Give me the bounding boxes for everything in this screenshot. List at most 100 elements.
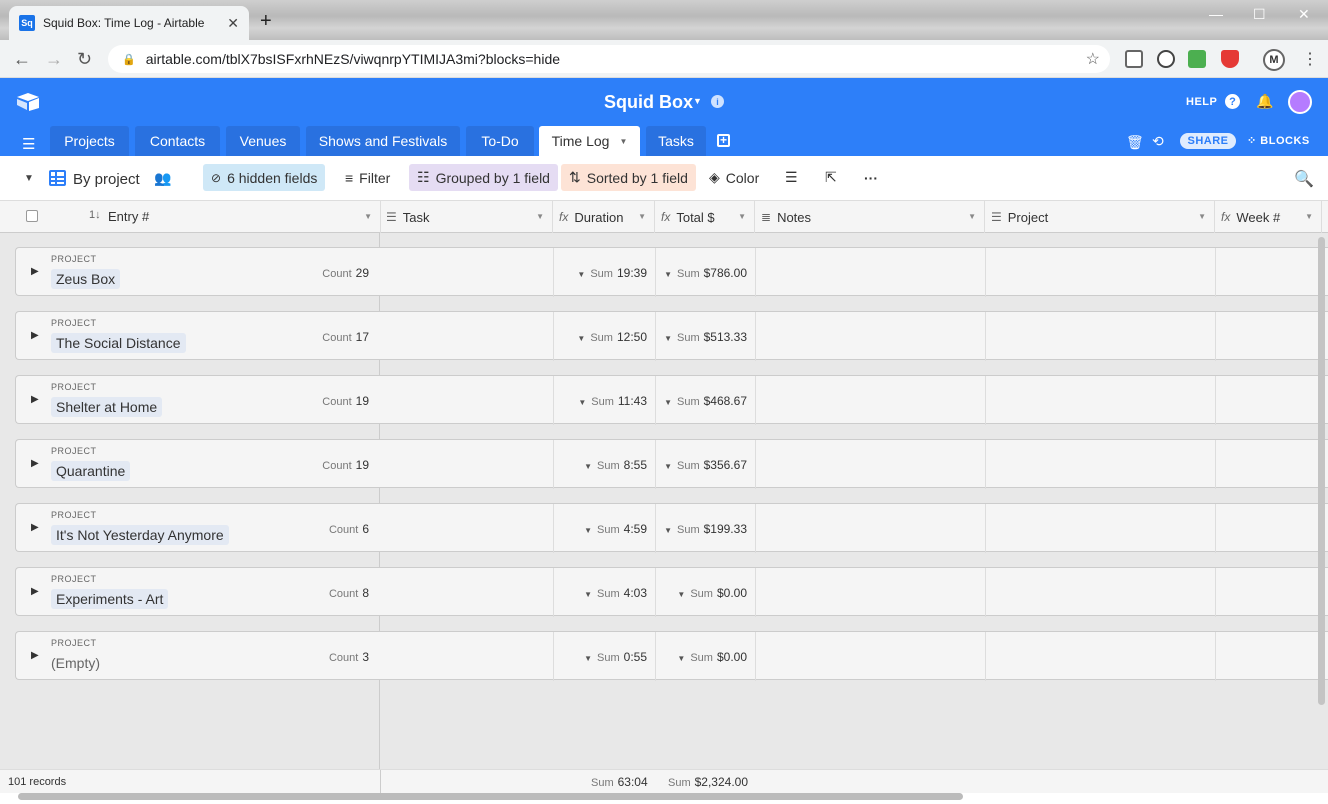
share-button[interactable]: SHARE [1180,133,1236,149]
trash-icon[interactable]: 🗑 [1126,134,1144,151]
new-tab-icon[interactable]: + [260,10,272,33]
airtable-logo-icon[interactable] [16,92,40,112]
group-button[interactable]: ☷ Grouped by 1 field [409,164,558,191]
expand-group-icon[interactable]: ▶ [31,650,39,661]
group-duration-sum[interactable]: ▼ Sum 4:59 [584,522,647,536]
chevron-down-icon[interactable]: ▼ [536,212,544,221]
group-total-sum[interactable]: ▼ Sum $468.67 [664,394,747,408]
group-duration-sum[interactable]: ▼ Sum 8:55 [584,458,647,472]
tab-menu-caret-icon[interactable]: ▼ [619,137,627,146]
column-divider [553,568,554,617]
chevron-down-icon[interactable]: ▼ [1305,212,1313,221]
user-avatar[interactable] [1288,90,1312,114]
expand-group-icon[interactable]: ▶ [31,394,39,405]
bookmark-star-icon[interactable]: ☆ [1086,49,1100,69]
expand-group-icon[interactable]: ▶ [31,522,39,533]
group-header[interactable]: ▶ PROJECT It's Not Yesterday Anymore Count 6 [15,503,381,552]
blocks-button[interactable]: ⁘ BLOCKS [1247,134,1310,147]
column-header-task[interactable]: ☰ Task ▼ [380,201,553,233]
browser-menu-icon[interactable]: ⋮ [1302,49,1318,69]
profile-avatar[interactable]: M [1263,49,1285,71]
column-header-total[interactable]: fx Total $ ▼ [655,201,755,233]
back-icon[interactable]: ← [13,49,31,70]
sum-label: Sum [590,332,613,344]
tab-to-do[interactable]: To-Do [466,126,534,156]
close-window-icon[interactable]: ✕ [1298,6,1310,23]
group-total-sum[interactable]: ▼ Sum $513.33 [664,330,747,344]
base-menu-caret-icon[interactable]: ▼ [693,96,702,106]
speedometer-icon[interactable] [1157,50,1175,68]
expand-group-icon[interactable]: ▶ [31,330,39,341]
filter-button[interactable]: ≡ Filter [337,164,398,191]
group-total-sum[interactable]: ▼ Sum $356.67 [664,458,747,472]
column-header-project[interactable]: ☰ Project ▼ [985,201,1215,233]
base-name[interactable]: Squid Box [604,92,693,113]
tab-contacts[interactable]: Contacts [135,126,220,156]
column-header-week[interactable]: fx Week # ▼ [1215,201,1322,233]
group-header[interactable]: ▶ PROJECT Zeus Box Count 29 [15,247,381,296]
checkmark-extension-icon[interactable] [1188,50,1206,68]
view-name[interactable]: By project [73,171,140,188]
group-duration-sum[interactable]: ▼ Sum 19:39 [577,266,647,280]
duration-total-sum[interactable]: Sum 63:04 [591,775,648,789]
tab-time-log[interactable]: Time Log ▼ [539,126,640,156]
info-icon[interactable]: i [711,95,724,108]
group-total-sum[interactable]: ▼ Sum $199.33 [664,522,747,536]
minimize-icon[interactable]: — [1209,6,1223,22]
close-tab-icon[interactable]: ✕ [227,15,239,32]
hidden-fields-button[interactable]: ⊘ 6 hidden fields [203,164,326,191]
expand-group-icon[interactable]: ▶ [31,266,39,277]
select-all-checkbox[interactable] [26,210,38,222]
expand-group-icon[interactable]: ▶ [31,458,39,469]
sort-button[interactable]: ⇅ Sorted by 1 field [561,164,696,191]
help-question-icon[interactable]: ? [1225,94,1240,109]
group-header[interactable]: ▶ PROJECT Quarantine Count 19 [15,439,381,488]
view-list-toggle-icon[interactable]: ▼ [24,173,34,184]
group-header[interactable]: ▶ PROJECT Experiments - Art Count 8 [15,567,381,616]
tab-shows-and-festivals[interactable]: Shows and Festivals [306,126,460,156]
search-icon[interactable]: 🔍 [1294,169,1314,189]
column-header-entry[interactable]: 1↓ Entry # ▼ [0,201,381,233]
group-total-sum[interactable]: ▼ Sum $0.00 [677,650,747,664]
group-duration-sum[interactable]: ▼ Sum 12:50 [577,330,647,344]
group-duration-sum[interactable]: ▼ Sum 4:03 [584,586,647,600]
tab-venues[interactable]: Venues [226,126,300,156]
shield-extension-icon[interactable] [1221,50,1239,68]
chevron-down-icon[interactable]: ▼ [968,212,976,221]
history-icon[interactable]: ⟲ [1152,133,1164,150]
browser-tab[interactable]: Sq Squid Box: Time Log - Airtable ✕ [9,6,249,40]
reload-icon[interactable]: ↻ [77,49,92,70]
collaborative-view-icon[interactable]: 👥 [154,170,171,187]
row-height-icon[interactable]: ☰ [777,164,806,191]
group-total-sum[interactable]: ▼ Sum $0.00 [677,586,747,600]
chevron-down-icon[interactable]: ▼ [364,212,372,221]
group-total-sum[interactable]: ▼ Sum $786.00 [664,266,747,280]
column-header-duration[interactable]: fx Duration ▼ [553,201,655,233]
extension-icon[interactable] [1125,50,1143,68]
total-dollar-sum[interactable]: Sum $2,324.00 [668,775,748,789]
group-header[interactable]: ▶ PROJECT (Empty) Count 3 [15,631,381,680]
column-header-notes[interactable]: ≣ Notes ▼ [755,201,985,233]
forward-icon[interactable]: → [45,49,63,70]
group-duration-sum[interactable]: ▼ Sum 0:55 [584,650,647,664]
group-header[interactable]: ▶ PROJECT Shelter at Home Count 19 [15,375,381,424]
tab-tasks[interactable]: Tasks [646,126,706,156]
address-bar[interactable]: 🔒 airtable.com/tblX7bsISFxrhNEzS/viwqnrp… [108,45,1110,73]
expand-group-icon[interactable]: ▶ [31,586,39,597]
group-duration-sum[interactable]: ▼ Sum 11:43 [578,394,647,408]
group-header[interactable]: ▶ PROJECT The Social Distance Count 17 [15,311,381,360]
help-button[interactable]: HELP [1186,96,1217,108]
hamburger-menu-icon[interactable]: ☰ [22,135,35,153]
horizontal-scrollbar[interactable] [18,793,963,800]
notification-bell-icon[interactable]: 🔔 [1256,93,1273,110]
tab-projects[interactable]: Projects [50,126,129,156]
color-button[interactable]: ◈ Color [701,164,767,191]
share-view-icon[interactable]: ⇱ [817,164,845,191]
chevron-down-icon[interactable]: ▼ [638,212,646,221]
add-table-icon[interactable]: + [717,134,730,147]
maximize-icon[interactable]: ☐ [1253,6,1266,23]
vertical-scrollbar[interactable] [1318,237,1325,705]
chevron-down-icon[interactable]: ▼ [738,212,746,221]
more-options-icon[interactable]: ··· [856,164,886,191]
chevron-down-icon[interactable]: ▼ [1198,212,1206,221]
